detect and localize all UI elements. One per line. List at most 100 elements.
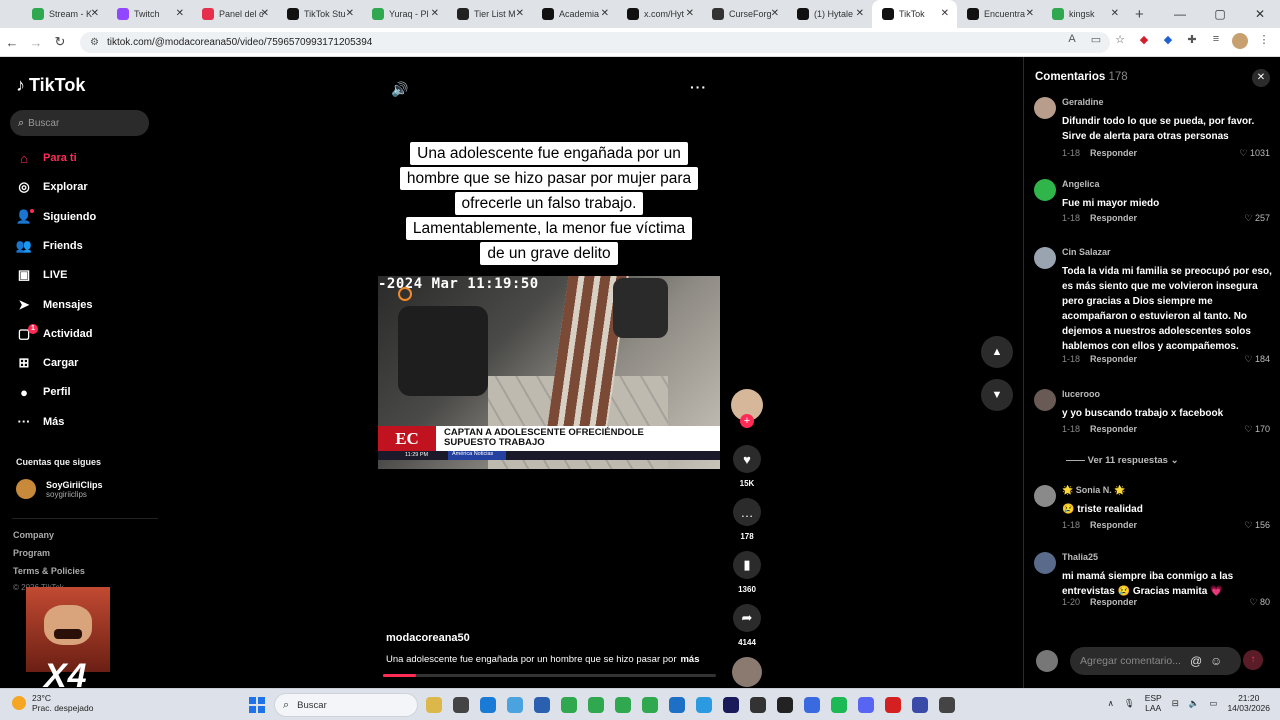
follow-plus-icon[interactable]: + — [740, 414, 754, 428]
previous-video-button[interactable]: ▲ — [981, 336, 1013, 368]
tab-close-icon[interactable]: ✕ — [941, 8, 949, 19]
view-replies-button[interactable]: —— Ver 11 respuestas ⌄ — [1066, 455, 1179, 466]
nav-item-cargar[interactable]: ⊞ Cargar — [16, 353, 79, 373]
back-icon[interactable]: ← — [0, 35, 24, 50]
tab-close-icon[interactable]: ✕ — [91, 8, 99, 19]
reply-button[interactable]: Responder — [1090, 213, 1137, 223]
comment-like-button[interactable]: ♡ 1031 — [1239, 148, 1270, 159]
browser-tab[interactable]: Twitch ✕ — [107, 0, 192, 28]
translate-icon[interactable]: A — [1064, 33, 1080, 49]
taskbar-app-icon[interactable] — [426, 697, 442, 713]
bookmark-icon[interactable]: ▮ — [733, 551, 761, 579]
comment-user[interactable]: Angelica — [1062, 179, 1100, 189]
more-link[interactable]: más — [680, 654, 699, 665]
comment-like-button[interactable]: ♡ 156 — [1244, 520, 1270, 531]
taskbar-app-icon[interactable] — [804, 697, 820, 713]
reply-button[interactable]: Responder — [1090, 148, 1137, 158]
taskbar-app-icon[interactable] — [939, 697, 955, 713]
avatar[interactable] — [1034, 485, 1056, 507]
cast-icon[interactable]: ▭ — [1088, 33, 1104, 49]
extension-icon[interactable]: ◆ — [1160, 33, 1176, 49]
taskbar-app-icon[interactable] — [750, 697, 766, 713]
taskbar-app-icon[interactable] — [831, 697, 847, 713]
browser-tab[interactable]: Tier List M ✕ — [447, 0, 532, 28]
volume-icon[interactable]: 🔊 — [391, 81, 408, 98]
like-icon[interactable]: ♥ — [733, 445, 761, 473]
comment-like-button[interactable]: ♡ 184 — [1244, 354, 1270, 365]
tab-close-icon[interactable]: ✕ — [431, 8, 439, 19]
taskbar-app-icon[interactable] — [858, 697, 874, 713]
comment-user[interactable]: Cin Salazar — [1062, 247, 1111, 257]
maximize-icon[interactable]: ▢ — [1200, 7, 1240, 21]
puzzle-icon[interactable]: ✚ — [1184, 33, 1200, 49]
extension-icon[interactable]: ◆ — [1136, 33, 1152, 49]
taskbar-app-icon[interactable] — [777, 697, 793, 713]
close-icon[interactable]: ✕ — [1252, 69, 1270, 87]
avatar[interactable] — [1034, 389, 1056, 411]
avatar[interactable] — [1034, 97, 1056, 119]
close-window-icon[interactable]: ✕ — [1240, 7, 1280, 21]
next-video-button[interactable]: ▼ — [981, 379, 1013, 411]
sound-disc-icon[interactable] — [732, 657, 762, 687]
browser-tab[interactable]: (1) Hytale ✕ — [787, 0, 872, 28]
tab-close-icon[interactable]: ✕ — [176, 8, 184, 19]
nav-item-friends[interactable]: 👥 Friends — [16, 236, 83, 256]
mic-icon[interactable]: 🎙 — [1124, 698, 1135, 709]
more-options-icon[interactable]: ··· — [690, 79, 707, 95]
site-info-icon[interactable]: ⚙ — [90, 37, 99, 48]
taskbar-app-icon[interactable] — [480, 697, 496, 713]
tab-close-icon[interactable]: ✕ — [771, 8, 779, 19]
taskbar-app-icon[interactable] — [561, 697, 577, 713]
taskbar-app-icon[interactable] — [723, 697, 739, 713]
reply-button[interactable]: Responder — [1090, 354, 1137, 364]
send-icon[interactable]: ↑ — [1243, 650, 1263, 670]
reply-button[interactable]: Responder — [1090, 597, 1137, 607]
nav-item-explorar[interactable]: ◎ Explorar — [16, 177, 87, 197]
browser-tab[interactable]: Yuraq - Pl ✕ — [362, 0, 447, 28]
following-account[interactable]: SoyGiriiClips soygiriiclips — [16, 479, 103, 499]
browser-tab[interactable]: Academia ✕ — [532, 0, 617, 28]
comment-like-button[interactable]: ♡ 257 — [1244, 213, 1270, 224]
tab-close-icon[interactable]: ✕ — [856, 8, 864, 19]
taskbar-app-icon[interactable] — [507, 697, 523, 713]
url-field[interactable]: ⚙ tiktok.com/@modacoreana50/video/759657… — [80, 32, 1110, 53]
reload-icon[interactable]: ↻ — [48, 34, 72, 50]
nav-item-para-ti[interactable]: ⌂ Para ti — [16, 148, 77, 168]
reply-button[interactable]: Responder — [1090, 520, 1137, 530]
clock[interactable]: 21:20 14/03/2026 — [1227, 693, 1270, 713]
nav-item-live[interactable]: ▣ LIVE — [16, 265, 68, 285]
nav-item-mensajes[interactable]: ➤ Mensajes — [16, 295, 93, 315]
browser-tab[interactable]: kingsk ✕ — [1042, 0, 1127, 28]
comment-user[interactable]: Geraldine — [1062, 97, 1104, 107]
battery-icon[interactable]: ▭ — [1209, 698, 1217, 709]
browser-tab[interactable]: Encuentra ✕ — [957, 0, 1042, 28]
browser-tab[interactable]: Stream - K ✕ — [22, 0, 107, 28]
forward-icon[interactable]: → — [24, 35, 48, 50]
footer-link-company[interactable]: Company — [13, 530, 54, 540]
taskbar-app-icon[interactable] — [885, 697, 901, 713]
tab-close-icon[interactable]: ✕ — [1026, 8, 1034, 19]
taskbar-app-icon[interactable] — [669, 697, 685, 713]
footer-link-terms[interactable]: Terms & Policies — [13, 566, 85, 576]
speaker-icon[interactable]: 🔈 — [1189, 698, 1200, 709]
emoji-icon[interactable]: ☺ — [1210, 654, 1222, 668]
video-author[interactable]: modacoreana50 — [386, 632, 470, 644]
tab-close-icon[interactable]: ✕ — [261, 8, 269, 19]
taskbar-app-icon[interactable] — [588, 697, 604, 713]
nav-item-perfil[interactable]: ● Perfil — [16, 382, 70, 402]
browser-tab[interactable]: TikTok Stu ✕ — [277, 0, 362, 28]
browser-tab[interactable]: TikTok ✕ — [872, 0, 957, 28]
share-icon[interactable]: ➦ — [733, 604, 761, 632]
video-player[interactable]: 🔊 ··· Una adolescente fue engañada por u… — [378, 57, 720, 688]
nav-item-actividad[interactable]: ▢ 1 Actividad — [16, 323, 93, 344]
tab-close-icon[interactable]: ✕ — [1111, 8, 1119, 19]
taskbar-search[interactable]: ⌕ Buscar — [274, 693, 418, 717]
taskbar-app-icon[interactable] — [453, 697, 469, 713]
menu-icon[interactable]: ⋮ — [1256, 33, 1272, 49]
video-progress-bar[interactable] — [383, 674, 716, 677]
comment-user[interactable]: lucerooo — [1062, 389, 1100, 399]
author-avatar[interactable]: + — [731, 389, 763, 428]
tab-close-icon[interactable]: ✕ — [601, 8, 609, 19]
reply-button[interactable]: Responder — [1090, 424, 1137, 434]
weather-widget[interactable]: 23°C Prac. despejado — [12, 693, 93, 713]
